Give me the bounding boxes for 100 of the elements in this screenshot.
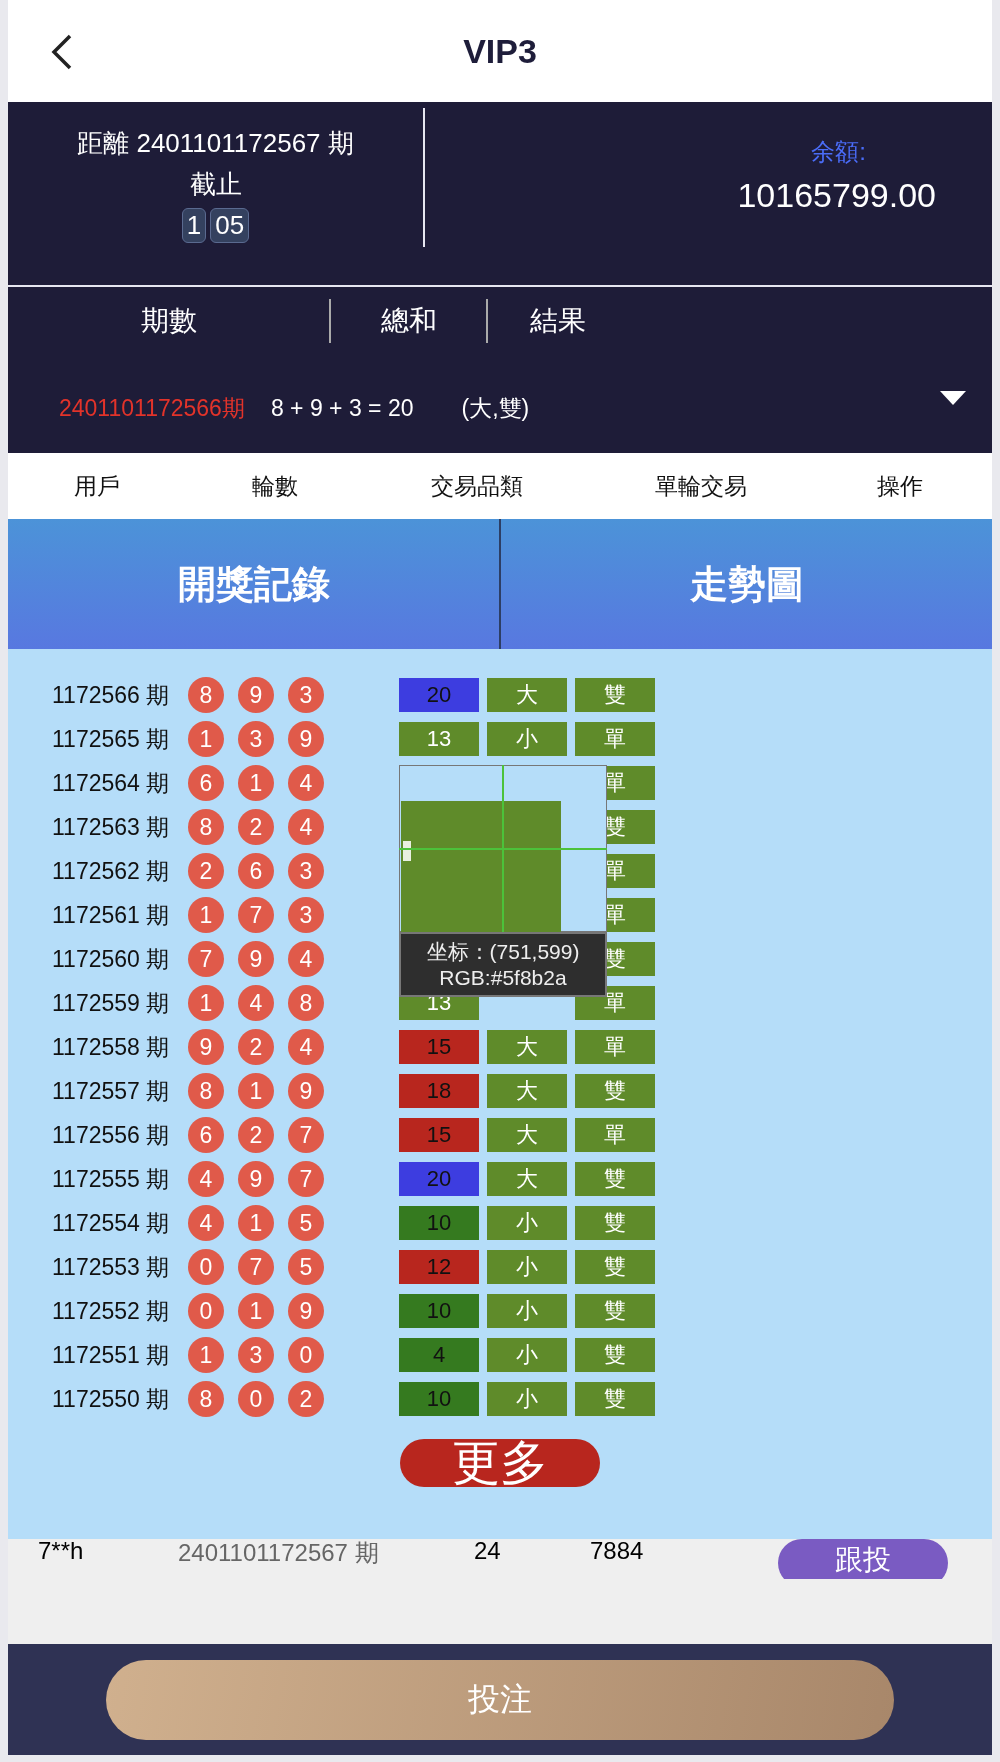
number-ball: 6 [188, 1117, 224, 1153]
number-ball: 1 [238, 765, 274, 801]
size-cell: 小 [487, 722, 567, 756]
period-label: 1172553 期 [52, 1252, 171, 1282]
number-ball: 3 [288, 853, 324, 889]
column-header: 用戶 [73, 471, 121, 501]
number-ball: 2 [288, 1381, 324, 1417]
number-ball: 2 [238, 1117, 274, 1153]
sum-cell: 20 [399, 678, 479, 712]
number-ball: 0 [238, 1381, 274, 1417]
parity-cell: 雙 [575, 1162, 655, 1196]
countdown-sublabel: 截止 [189, 168, 242, 201]
size-cell: 小 [487, 1206, 567, 1240]
sum-cell: 12 [399, 1250, 479, 1284]
tab[interactable]: 開獎記錄 [8, 519, 499, 649]
size-cell: 大 [487, 1030, 567, 1064]
period-label: 1172552 期 [52, 1296, 171, 1326]
period-label: 1172561 期 [52, 900, 171, 930]
sum-cell: 10 [399, 1382, 479, 1416]
period-label: 1172558 期 [52, 1032, 171, 1062]
sum-cell: 10 [399, 1294, 479, 1328]
number-ball: 9 [288, 1073, 324, 1109]
number-ball: 9 [288, 1293, 324, 1329]
number-ball: 4 [188, 1161, 224, 1197]
follow-button[interactable]: 跟投 [778, 1539, 948, 1579]
number-ball: 1 [188, 721, 224, 757]
size-cell: 大 [487, 1074, 567, 1108]
tab[interactable]: 走勢圖 [501, 519, 992, 649]
sum-cell: 13 [399, 722, 479, 756]
column-header: 輪數 [251, 471, 299, 501]
user-name: 7**h [38, 1537, 85, 1565]
timer-seconds: 05 [210, 208, 250, 243]
sum-cell: 15 [399, 1030, 479, 1064]
column-header: 單輪交易 [654, 471, 748, 501]
parity-cell: 雙 [575, 1074, 655, 1108]
sum-cell: 15 [399, 1118, 479, 1152]
size-cell: 小 [487, 1250, 567, 1284]
number-ball: 5 [288, 1249, 324, 1285]
number-ball: 2 [238, 1029, 274, 1065]
more-button[interactable]: 更多 [400, 1439, 600, 1487]
number-ball: 9 [188, 1029, 224, 1065]
sum-cell: 18 [399, 1074, 479, 1108]
period-label: 1172554 期 [52, 1208, 171, 1238]
period-label: 1172557 期 [52, 1076, 171, 1106]
number-ball: 8 [188, 1381, 224, 1417]
dropdown-icon[interactable] [940, 391, 966, 407]
number-ball: 9 [238, 677, 274, 713]
number-ball: 1 [238, 1073, 274, 1109]
balance-label: 余額: [811, 137, 866, 167]
latest-result: (大,雙) [461, 394, 530, 423]
number-ball: 7 [188, 941, 224, 977]
number-ball: 4 [188, 1205, 224, 1241]
number-ball: 6 [188, 765, 224, 801]
number-ball: 8 [288, 985, 324, 1021]
number-ball: 0 [288, 1337, 324, 1373]
sum-cell: 4 [399, 1338, 479, 1372]
number-ball: 1 [188, 897, 224, 933]
trade-amount: 7884 [590, 1537, 644, 1565]
submit-button[interactable]: 投注 [106, 1659, 894, 1740]
parity-cell: 雙 [575, 1250, 655, 1284]
period-label: 1172560 期 [52, 944, 171, 974]
number-ball: 6 [238, 853, 274, 889]
number-ball: 7 [288, 1117, 324, 1153]
size-cell: 小 [487, 1338, 567, 1372]
parity-cell: 雙 [575, 678, 655, 712]
number-ball: 7 [238, 897, 274, 933]
number-ball: 4 [288, 941, 324, 977]
number-ball: 3 [238, 721, 274, 757]
column-header: 期數 [139, 304, 198, 338]
parity-cell: 單 [575, 1030, 655, 1064]
number-ball: 1 [238, 1293, 274, 1329]
latest-period: 2401101172566期 [59, 394, 245, 423]
number-ball: 8 [188, 677, 224, 713]
parity-cell: 單 [575, 1118, 655, 1152]
parity-cell: 雙 [575, 1206, 655, 1240]
number-ball: 7 [238, 1249, 274, 1285]
column-header: 總和 [379, 304, 438, 338]
number-ball: 9 [238, 941, 274, 977]
period-label: 1172556 期 [52, 1120, 171, 1150]
number-ball: 4 [288, 809, 324, 845]
size-cell: 大 [487, 1118, 567, 1152]
number-ball: 4 [288, 765, 324, 801]
number-ball: 8 [188, 809, 224, 845]
period-label: 1172559 期 [52, 988, 171, 1018]
number-ball: 4 [288, 1029, 324, 1065]
size-cell: 大 [487, 1162, 567, 1196]
period-label: 1172551 期 [52, 1340, 171, 1370]
number-ball: 1 [188, 985, 224, 1021]
timer-minutes: 1 [181, 208, 207, 243]
number-ball: 0 [188, 1293, 224, 1329]
number-ball: 0 [188, 1249, 224, 1285]
number-ball: 2 [188, 853, 224, 889]
number-ball: 3 [238, 1337, 274, 1373]
period-label: 1172550 期 [52, 1384, 171, 1414]
parity-cell: 單 [575, 722, 655, 756]
number-ball: 1 [238, 1205, 274, 1241]
period-label: 1172564 期 [52, 768, 171, 798]
number-ball: 4 [238, 985, 274, 1021]
trade-type: 24 [474, 1537, 502, 1565]
number-ball: 9 [238, 1161, 274, 1197]
